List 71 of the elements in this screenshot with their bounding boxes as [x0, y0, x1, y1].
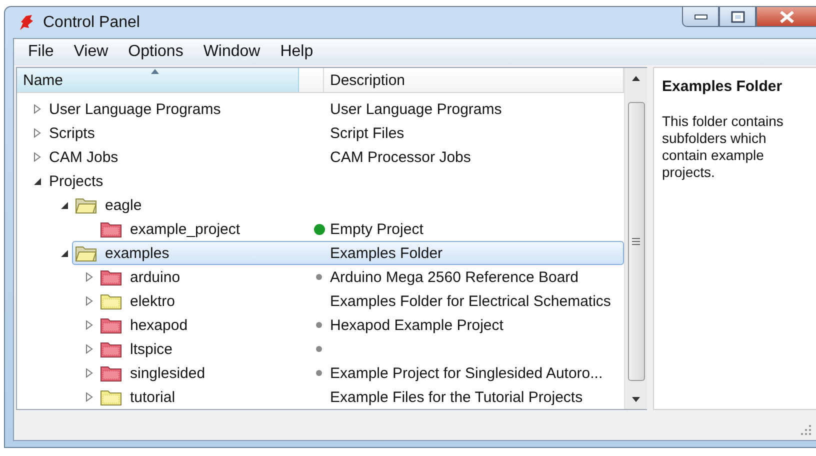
- tree-row[interactable]: tutorial Example Files for the Tutorial Projects: [97, 385, 624, 409]
- expand-icon[interactable]: [84, 368, 94, 378]
- sort-icon: [150, 68, 160, 74]
- maximize-button[interactable]: [719, 7, 756, 27]
- item-name: arduino: [130, 268, 180, 286]
- item-description: Script Files: [330, 124, 404, 142]
- item-name: eagle: [105, 196, 142, 214]
- item-name: tutorial: [130, 388, 176, 406]
- window-title: Control Panel: [43, 14, 140, 32]
- tree-row[interactable]: CAM Jobs CAM Processor Jobs: [45, 145, 624, 169]
- item-name: examples: [105, 244, 170, 262]
- item-description: Hexapod Example Project: [330, 316, 504, 334]
- item-name: hexapod: [130, 316, 188, 334]
- item-description: User Language Programs: [330, 100, 502, 118]
- expand-icon[interactable]: [84, 392, 94, 402]
- tree-row[interactable]: Scripts Script Files: [45, 121, 624, 145]
- item-name: ltspice: [130, 340, 173, 358]
- menu-item[interactable]: Options: [118, 43, 194, 61]
- tree-row[interactable]: Projects: [45, 169, 624, 193]
- tree-row[interactable]: ltspice: [97, 337, 624, 361]
- scroll-thumb[interactable]: [628, 102, 644, 381]
- tree-row[interactable]: eagle: [72, 193, 624, 217]
- expand-icon[interactable]: [32, 104, 42, 114]
- expand-icon[interactable]: [84, 344, 94, 354]
- scroll-down-icon[interactable]: [632, 396, 640, 402]
- info-title: Examples Folder: [662, 78, 784, 95]
- menu-item[interactable]: View: [64, 43, 118, 61]
- resize-grip-icon[interactable]: [800, 424, 812, 436]
- expand-icon[interactable]: [84, 272, 94, 282]
- item-name: CAM Jobs: [49, 148, 118, 166]
- tree-row[interactable]: arduino Arduino Mega 2560 Reference Board: [97, 265, 624, 289]
- menu-item[interactable]: File: [18, 43, 64, 61]
- item-name: Scripts: [49, 124, 95, 142]
- item-description: Empty Project: [330, 220, 424, 238]
- item-description: CAM Processor Jobs: [330, 148, 471, 166]
- tree-row[interactable]: hexapod Hexapod Example Project: [97, 313, 624, 337]
- item-description: Example Files for the Tutorial Projects: [330, 388, 583, 406]
- tree-row[interactable]: elektro Examples Folder for Electrical Schematics: [97, 289, 624, 313]
- item-description: Examples Folder: [330, 244, 443, 262]
- app-logo: [17, 14, 35, 32]
- tree-row[interactable]: examples Examples Folder: [72, 241, 624, 265]
- column-header[interactable]: Description: [324, 68, 624, 92]
- scrollbar[interactable]: [624, 68, 647, 409]
- info-text: This folder contains subfolders which contain example projects.: [662, 113, 784, 181]
- expand-icon[interactable]: [32, 152, 42, 162]
- expand-icon[interactable]: [32, 128, 42, 138]
- item-description: Arduino Mega 2560 Reference Board: [330, 268, 578, 286]
- tree-row[interactable]: example_project Empty Project: [97, 217, 624, 241]
- item-name: singlesided: [130, 364, 206, 382]
- close-button[interactable]: [756, 7, 816, 27]
- item-name: example_project: [130, 220, 240, 238]
- collapse-icon[interactable]: [32, 176, 42, 186]
- tree-row[interactable]: User Language Programs User Language Programs: [45, 97, 624, 121]
- item-name: User Language Programs: [49, 100, 221, 118]
- column-header[interactable]: Name: [17, 68, 299, 92]
- close-icon: [778, 10, 794, 22]
- item-name: elektro: [130, 292, 176, 310]
- item-description: Example Project for Singlesided Autoro...: [330, 364, 603, 382]
- item-name: Projects: [49, 172, 104, 190]
- maximize-icon: [730, 10, 744, 22]
- minimize-button[interactable]: [682, 7, 719, 27]
- collapse-icon[interactable]: [60, 248, 68, 258]
- tree-row[interactable]: singlesided Example Project for Singlesided Autoro...: [97, 361, 624, 385]
- menu-item[interactable]: Help: [270, 43, 324, 61]
- expand-icon[interactable]: [84, 296, 94, 306]
- item-description: Examples Folder for Electrical Schematics: [330, 292, 611, 310]
- scroll-up-icon[interactable]: [632, 76, 640, 80]
- collapse-icon[interactable]: [60, 200, 68, 210]
- menu-item[interactable]: Window: [193, 43, 270, 61]
- expand-icon[interactable]: [84, 320, 94, 330]
- minimize-icon: [694, 14, 708, 20]
